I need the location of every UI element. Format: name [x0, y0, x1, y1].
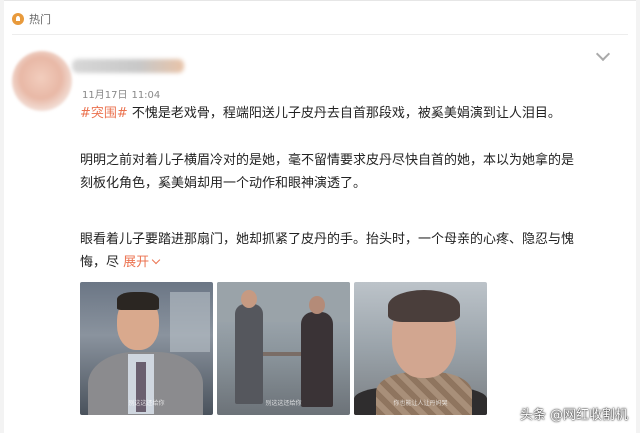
image-2-man-head [241, 290, 257, 308]
post-image-2[interactable]: 别这这还给你 [217, 282, 350, 415]
hot-label: 热门 [29, 13, 51, 26]
topic-link[interactable]: #突围# [80, 106, 128, 121]
expand-link[interactable]: 展开 [123, 255, 161, 270]
image-3-subtitle: 你也能让人让丹妈哭 [393, 400, 448, 407]
hot-header[interactable]: 热门 [12, 9, 51, 29]
image-3-scarf [376, 372, 472, 415]
post-paragraph-2: 明明之前对着儿子横眉冷对的是她，毫不留情要求皮丹尽快自首的她，本以为她拿的是 刻… [80, 149, 615, 195]
divider [12, 34, 628, 35]
image-1-background [170, 292, 210, 352]
image-2-subtitle: 别这这还给你 [265, 400, 302, 407]
expand-chevron-icon [151, 255, 161, 265]
image-1-hair [117, 292, 159, 310]
post-time: 11:04 [131, 90, 161, 101]
hot-icon [12, 13, 24, 25]
watermark: 头条 @网红收割机 [519, 408, 628, 423]
post-image-3[interactable]: 你也能让人让丹妈哭 [354, 282, 487, 415]
paragraph-3-line-2-text: 悔，尽 [80, 255, 124, 270]
image-3-hair [388, 290, 460, 322]
username-blurred[interactable] [72, 59, 184, 73]
image-2-man [235, 304, 263, 404]
paragraph-2-line-2: 刻板化角色，奚美娟却用一个动作和眼神演透了。 [80, 176, 367, 191]
paragraph-2-line-1: 明明之前对着儿子横眉冷对的是她，毫不留情要求皮丹尽快自首的她，本以为她拿的是 [80, 153, 575, 168]
post-image-1[interactable]: 别这这还给你 [80, 282, 213, 415]
image-1-subtitle: 别这这还给你 [128, 400, 165, 407]
image-2-woman [301, 312, 333, 407]
chevron-down-icon[interactable] [595, 46, 611, 62]
post-date: 11月17日 [82, 90, 128, 101]
image-2-woman-head [309, 296, 325, 314]
avatar[interactable] [12, 51, 72, 111]
paragraph-1-text: 不愧是老戏骨，程端阳送儿子皮丹去自首那段戏，被奚美娟演到让人泪目。 [127, 106, 561, 121]
expand-label: 展开 [123, 255, 150, 270]
post-timestamp: 11月17日 11:04 [82, 86, 160, 101]
post-paragraph-3: 眼看着儿子要踏进那扇门，她却抓紧了皮丹的手。抬头时，一个母亲的心疼、隐忍与愧 悔… [80, 228, 615, 274]
post-paragraph-1: #突围# 不愧是老戏骨，程端阳送儿子皮丹去自首那段戏，被奚美娟演到让人泪目。 [80, 102, 615, 125]
paragraph-3-line-1: 眼看着儿子要踏进那扇门，她却抓紧了皮丹的手。抬头时，一个母亲的心疼、隐忍与愧 [80, 232, 575, 247]
image-grid: 别这这还给你 别这这还给你 你也能让人让丹妈哭 [80, 282, 487, 415]
post-card: 热门 11月17日 11:04 #突围# 不愧是老戏骨，程端阳送儿子皮丹去自首那段… [4, 0, 636, 433]
paragraph-3-line-2: 悔，尽 展开 [80, 251, 615, 274]
image-2-hands [263, 352, 303, 356]
